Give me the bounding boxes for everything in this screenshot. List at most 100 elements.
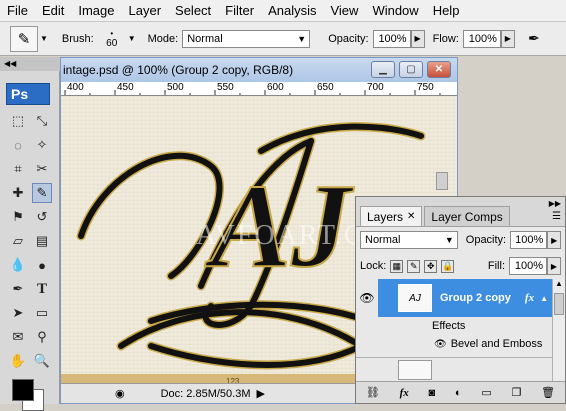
toolbox: ◀◀ Ps ⬚ ⤡ ◌ ✧ ⌗ ✂ ✚ ✎ ⚑ ↺ ▱ ▤ 💧 ● ✒ T ➤ … (0, 57, 60, 411)
history-brush-tool-icon[interactable]: ↺ (32, 207, 52, 227)
close-icon[interactable]: ✕ (427, 61, 451, 78)
menu-filter[interactable]: Filter (218, 0, 261, 22)
blend-mode-value: Normal (365, 234, 401, 246)
move-tool-icon[interactable]: ⤡ (32, 111, 52, 131)
ruler-label: 550 (217, 82, 234, 93)
preset-dropdown-arrow-icon[interactable]: ▼ (40, 34, 48, 43)
menu-file[interactable]: File (0, 0, 35, 22)
healing-brush-tool-icon[interactable]: ✚ (8, 183, 28, 203)
clone-stamp-tool-icon[interactable]: ⚑ (8, 207, 28, 227)
effects-expand-arrow-icon[interactable]: ▲ (540, 294, 548, 303)
effect-visibility-eye-icon[interactable]: 👁 (434, 339, 447, 350)
flow-label: Flow: (432, 32, 459, 45)
scroll-thumb[interactable] (554, 293, 564, 315)
dodge-tool-icon[interactable]: ● (32, 255, 52, 275)
tab-layer-comps[interactable]: Layer Comps (424, 206, 510, 226)
hand-tool-icon[interactable]: ✋ (8, 351, 28, 371)
fill-input[interactable]: 100% (509, 257, 547, 275)
tab-close-icon[interactable]: ✕ (407, 211, 415, 222)
toolbox-grip[interactable]: ◀◀ (0, 57, 60, 71)
ruler-label: 700 (367, 82, 384, 93)
menu-edit[interactable]: Edit (35, 0, 71, 22)
panel-collapse-icon[interactable]: ▶▶ (549, 199, 561, 208)
brush-picker-arrow-icon[interactable]: ▼ (128, 34, 136, 43)
blend-opacity-row: Normal ▼ Opacity: 100% ▶ (356, 227, 565, 253)
foreground-color-swatch[interactable] (12, 379, 34, 401)
layer-opacity-arrow-icon[interactable]: ▶ (547, 231, 561, 249)
magic-wand-tool-icon[interactable]: ✧ (32, 135, 52, 155)
menu-select[interactable]: Select (168, 0, 218, 22)
type-tool-icon[interactable]: T (32, 279, 52, 299)
blend-mode-select[interactable]: Normal ▼ (360, 231, 458, 249)
next-layer-row[interactable] (356, 357, 552, 381)
opacity-slider-arrow-icon[interactable]: ▶ (410, 29, 425, 48)
delete-layer-icon[interactable]: 🗑 (541, 386, 555, 399)
gradient-tool-icon[interactable]: ▤ (32, 231, 52, 251)
menu-help[interactable]: Help (426, 0, 467, 22)
eraser-tool-icon[interactable]: ▱ (8, 231, 28, 251)
menu-layer[interactable]: Layer (122, 0, 169, 22)
opacity-input[interactable]: 100% (372, 29, 411, 48)
brush-size: 60 (106, 37, 118, 49)
brush-tool-preset-icon[interactable]: ✎ (10, 25, 38, 52)
path-selection-tool-icon[interactable]: ➤ (8, 303, 28, 323)
link-layers-icon[interactable]: ⛓ (366, 386, 380, 399)
panel-menu-icon[interactable]: ☰ (552, 211, 561, 222)
status-menu-arrow-icon[interactable]: ▶ (256, 387, 264, 400)
rectangle-tool-icon[interactable]: ▭ (32, 303, 52, 323)
eyedropper-tool-icon[interactable]: ⚲ (32, 327, 52, 347)
airbrush-icon[interactable]: ✒ (523, 28, 545, 50)
document-titlebar[interactable]: intage.psd @ 100% (Group 2 copy, RGB/8) … (61, 58, 457, 82)
zoom-tool-icon[interactable]: 🔍 (32, 351, 52, 371)
mode-select[interactable]: Normal ▼ (182, 29, 311, 48)
fill-arrow-icon[interactable]: ▶ (547, 257, 561, 275)
add-style-icon[interactable]: fx (400, 387, 409, 399)
ruler-label: 650 (317, 82, 334, 93)
tab-layers[interactable]: Layers ✕ (360, 206, 423, 226)
flow-input[interactable]: 100% (462, 29, 501, 48)
maximize-icon[interactable]: ▢ (399, 61, 423, 78)
new-layer-icon[interactable]: ❐ (511, 386, 521, 399)
layers-scrollbar[interactable]: ▲ (552, 279, 565, 381)
brush-tool-icon[interactable]: ✎ (32, 183, 52, 203)
layer-fx-icon[interactable]: fx (525, 292, 534, 304)
slice-tool-icon[interactable]: ✂ (32, 159, 52, 179)
add-mask-icon[interactable]: ◙ (429, 387, 436, 399)
adjustment-layer-icon[interactable]: ◐ (455, 387, 462, 399)
menu-window[interactable]: Window (365, 0, 425, 22)
doc-size: Doc: 2.85M/50.3M (160, 387, 251, 400)
marquee-tool-icon[interactable]: ⬚ (8, 111, 28, 131)
lock-image-icon[interactable]: ✎ (407, 259, 421, 273)
flow-value: 100% (468, 32, 497, 45)
canvas-vertical-scroll-thumb[interactable] (436, 172, 448, 190)
brush-picker[interactable]: • 60 (98, 29, 126, 49)
effect-row-bevel-emboss[interactable]: 👁 Bevel and Emboss (356, 335, 552, 353)
lock-label: Lock: (360, 260, 387, 272)
scroll-up-icon[interactable]: ▲ (553, 279, 565, 291)
flow-slider-arrow-icon[interactable]: ▶ (500, 29, 515, 48)
opacity-label: Opacity: (328, 32, 369, 45)
fill-label: Fill: (487, 260, 505, 272)
effect-name: Bevel and Emboss (450, 338, 543, 350)
layer-row-group-2-copy[interactable]: 👁 AJ Group 2 copy fx ▲ (356, 279, 552, 317)
lock-all-icon[interactable]: 🔒 (441, 259, 455, 273)
visibility-eye-icon[interactable]: 👁 (356, 291, 378, 305)
lasso-tool-icon[interactable]: ◌ (8, 135, 28, 155)
lock-position-icon[interactable]: ✥ (424, 259, 438, 273)
new-group-icon[interactable]: ▭ (481, 386, 491, 399)
menu-bar: File Edit Image Layer Select Filter Anal… (0, 0, 566, 22)
menu-view[interactable]: View (323, 0, 365, 22)
crop-tool-icon[interactable]: ⌗ (8, 159, 28, 179)
minimize-icon[interactable]: ▁ (371, 61, 395, 78)
lock-transparent-icon[interactable]: ▦ (390, 259, 404, 273)
blur-tool-icon[interactable]: 💧 (8, 255, 28, 275)
notes-tool-icon[interactable]: ✉ (8, 327, 28, 347)
layer-opacity-input[interactable]: 100% (510, 231, 548, 249)
tab-layer-comps-label: Layer Comps (431, 209, 503, 224)
menu-analysis[interactable]: Analysis (261, 0, 323, 22)
menu-image[interactable]: Image (71, 0, 121, 22)
layer-thumbnail: AJ (398, 284, 432, 312)
blend-mode-arrow-icon: ▼ (444, 235, 454, 245)
pen-tool-icon[interactable]: ✒ (8, 279, 28, 299)
status-info-icon[interactable]: ◉ (115, 387, 125, 400)
